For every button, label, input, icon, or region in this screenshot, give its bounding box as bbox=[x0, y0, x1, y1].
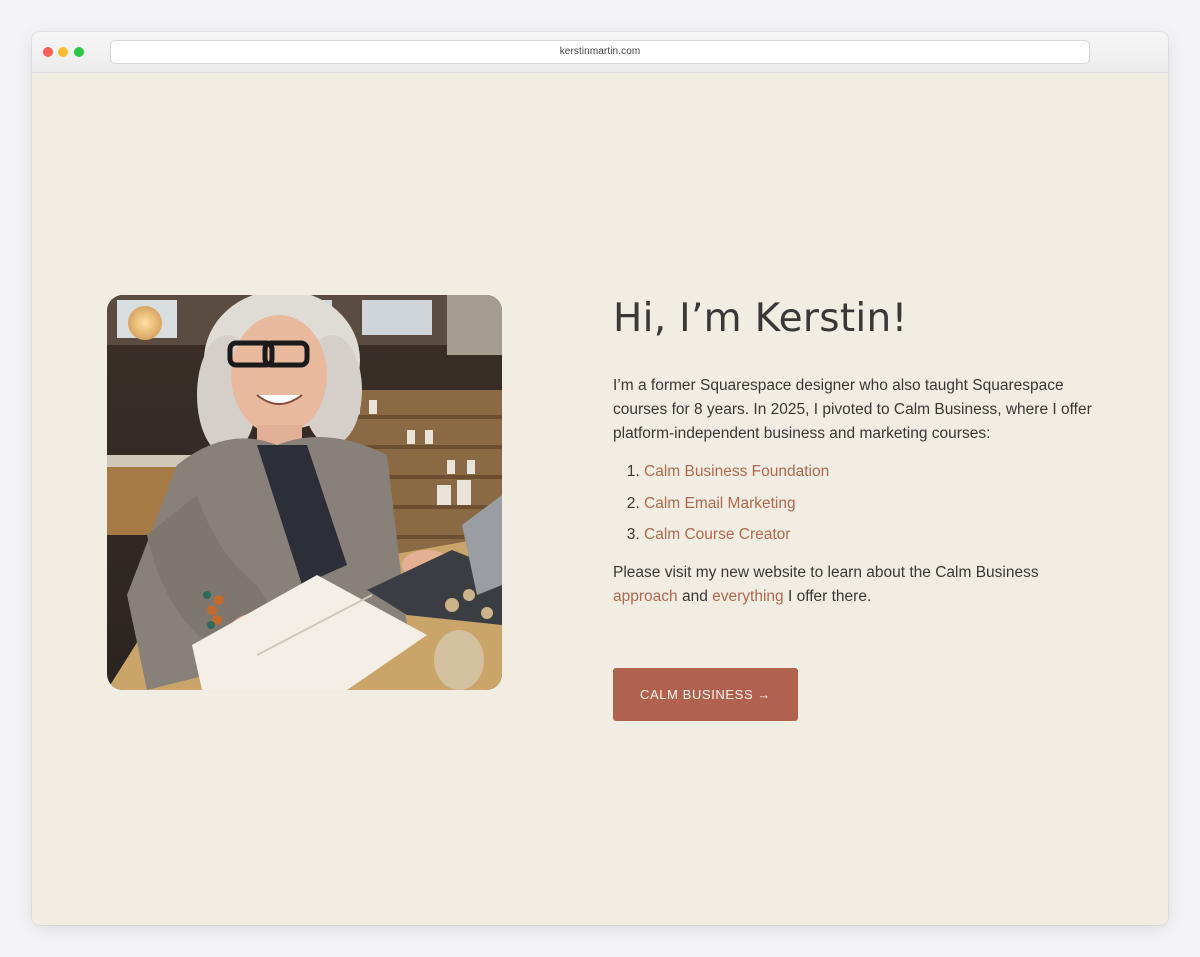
minimize-window-icon[interactable] bbox=[58, 47, 68, 57]
outro-text-prefix: Please visit my new website to learn abo… bbox=[613, 564, 1039, 581]
address-bar[interactable]: kerstinmartin.com bbox=[110, 40, 1090, 64]
list-item: Calm Course Creator bbox=[644, 523, 1093, 547]
maximize-window-icon[interactable] bbox=[74, 47, 84, 57]
intro-section: Hi, I’m Kerstin! I’m a former Squarespac… bbox=[613, 294, 1093, 721]
browser-titlebar: kerstinmartin.com bbox=[32, 32, 1168, 73]
outro-paragraph: Please visit my new website to learn abo… bbox=[613, 561, 1093, 609]
intro-paragraph: I’m a former Squarespace designer who al… bbox=[613, 377, 1092, 442]
calm-business-button[interactable]: CALM BUSINESS → bbox=[613, 668, 798, 721]
outro-text-middle: and bbox=[681, 588, 708, 605]
kerstin-portrait-photo bbox=[107, 295, 502, 690]
course-link-calm-course-creator[interactable]: Calm Course Creator bbox=[644, 526, 790, 543]
course-link-calm-business-foundation[interactable]: Calm Business Foundation bbox=[644, 463, 829, 480]
course-list: Calm Business Foundation Calm Email Mark… bbox=[613, 460, 1093, 547]
outro-text-suffix: I offer there. bbox=[787, 588, 872, 605]
course-link-calm-email-marketing[interactable]: Calm Email Marketing bbox=[644, 495, 796, 512]
browser-window: kerstinmartin.com Hi, I’m Kerstin! I’m a… bbox=[32, 32, 1168, 925]
approach-link[interactable]: approach bbox=[613, 588, 678, 605]
close-window-icon[interactable] bbox=[43, 47, 53, 57]
page-title: Hi, I’m Kerstin! bbox=[613, 296, 908, 341]
list-item: Calm Business Foundation bbox=[644, 460, 1093, 484]
list-item: Calm Email Marketing bbox=[644, 492, 1093, 516]
everything-link[interactable]: everything bbox=[712, 588, 784, 605]
